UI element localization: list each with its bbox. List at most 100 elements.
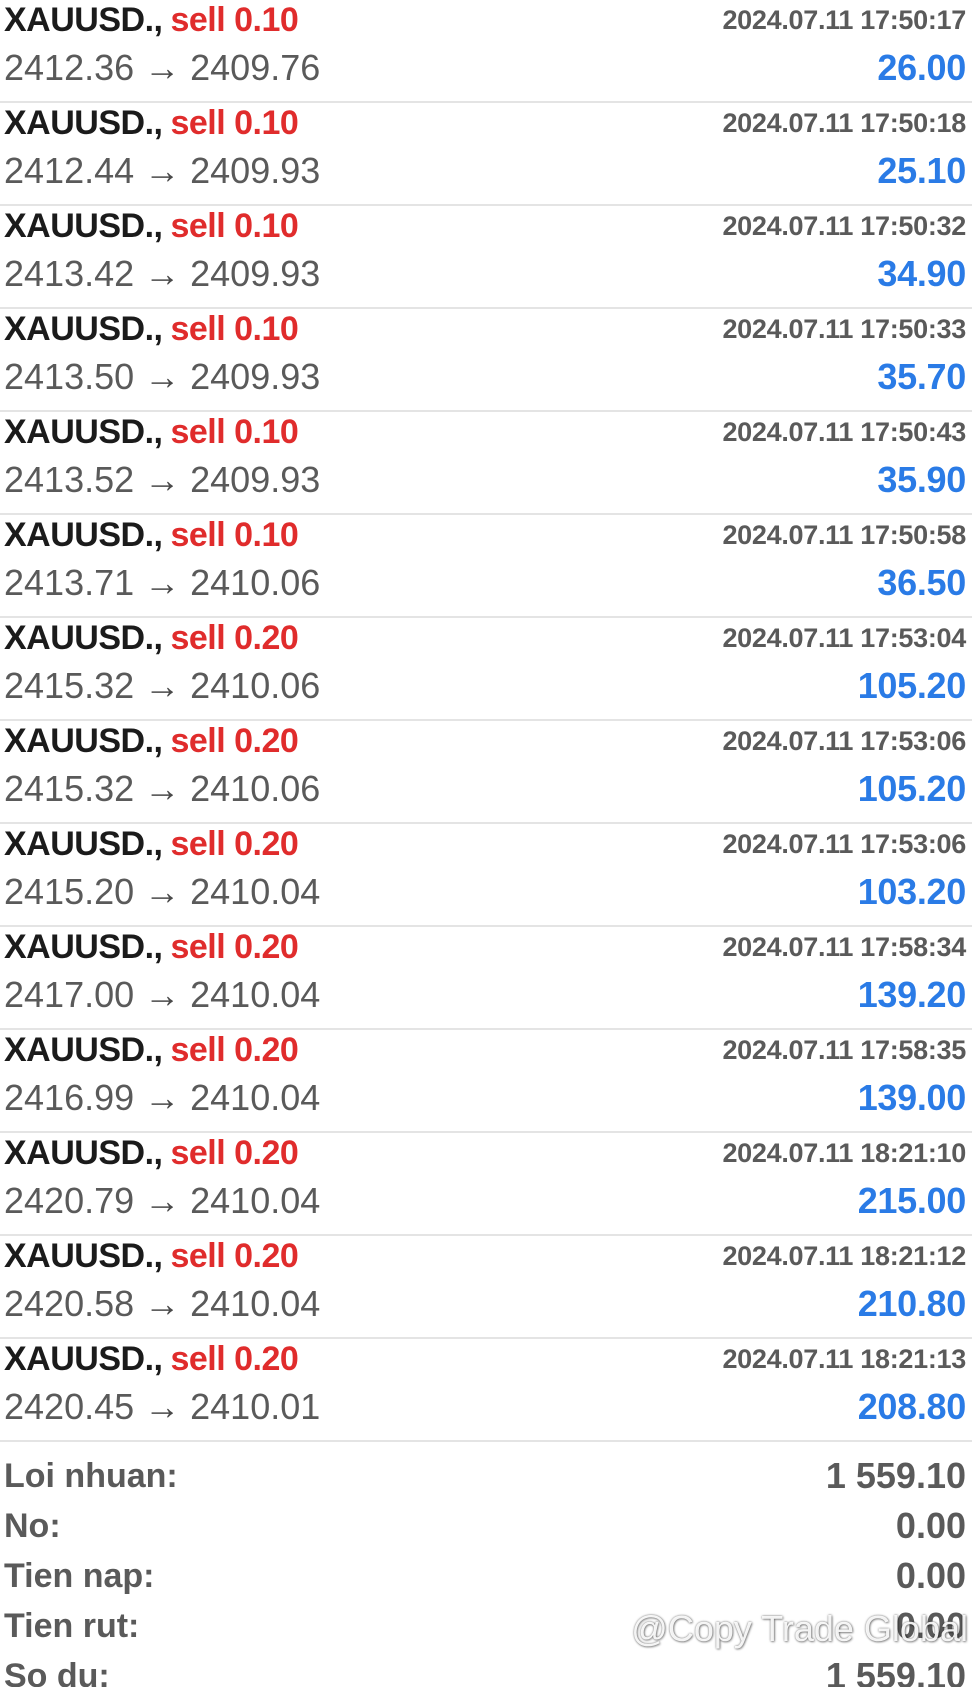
trade-time: 2024.07.11 17:50:17 [722,4,966,35]
close-price: 2409.93 [190,459,321,500]
trade-row-details: 2412.44 → 2409.93 25.10 [4,149,966,193]
summary-value: 1 559.10 [825,1455,966,1496]
trade-title: XAUUSD., sell 0.10 [4,516,299,555]
trade-prices: 2413.50 → 2409.93 [4,356,320,398]
trade-prices: 2420.58 → 2410.04 [4,1283,320,1325]
trade-row-header: XAUUSD., sell 0.10 2024.07.11 17:50:43 [4,412,966,452]
trade-row-details: 2420.58 → 2410.04 210.80 [4,1282,966,1326]
trade-side-volume: sell 0.20 [170,1133,299,1172]
open-price: 2420.45 [4,1386,135,1427]
trade-row-details: 2420.45 → 2410.01 208.80 [4,1385,966,1429]
trade-symbol: XAUUSD., [4,824,163,863]
trade-symbol: XAUUSD., [4,927,163,966]
trade-symbol: XAUUSD., [4,0,163,39]
summary-value: 0.00 [895,1605,966,1646]
trade-row-details: 2413.50 → 2409.93 35.70 [4,355,966,399]
trade-profit: 210.80 [857,1283,967,1324]
summary-deposit-row: Tien nap: 0.00 [0,1551,972,1601]
trade-row[interactable]: XAUUSD., sell 0.20 2024.07.11 18:21:10 24… [0,1133,972,1236]
close-price: 2409.93 [190,253,321,294]
trade-row[interactable]: XAUUSD., sell 0.20 2024.07.11 18:21:13 24… [0,1339,972,1442]
close-price: 2410.04 [190,974,321,1015]
trade-side-volume: sell 0.20 [170,1030,299,1069]
open-price: 2417.00 [4,974,135,1015]
trade-symbol: XAUUSD., [4,721,163,760]
trade-row[interactable]: XAUUSD., sell 0.20 2024.07.11 17:58:35 24… [0,1030,972,1133]
trade-prices: 2413.71 → 2410.06 [4,562,320,604]
trade-time: 2024.07.11 17:50:33 [722,313,966,344]
right-arrow-icon: → [144,1283,181,1324]
trade-title: XAUUSD., sell 0.20 [4,1339,299,1379]
close-price: 2410.06 [190,665,321,706]
trade-row[interactable]: XAUUSD., sell 0.10 2024.07.11 17:50:43 24… [0,412,972,515]
trade-symbol: XAUUSD., [4,309,163,348]
trade-side-volume: sell 0.10 [170,103,299,142]
trade-row-details: 2415.32 → 2410.06 105.20 [4,664,966,708]
trade-row-header: XAUUSD., sell 0.20 2024.07.11 18:21:10 [4,1133,966,1173]
right-arrow-icon: → [144,356,181,397]
close-price: 2410.01 [190,1386,321,1427]
trade-side-volume: sell 0.10 [170,206,299,245]
trade-side-volume: sell 0.20 [170,1339,299,1378]
trade-row[interactable]: XAUUSD., sell 0.10 2024.07.11 17:50:17 24… [0,0,972,103]
trade-row-details: 2413.52 → 2409.93 35.90 [4,458,966,502]
trade-prices: 2420.79 → 2410.04 [4,1180,320,1222]
trade-row-header: XAUUSD., sell 0.20 2024.07.11 18:21:12 [4,1236,966,1276]
summary-withdrawal-row: Tien rut: 0.00 [0,1601,972,1651]
trade-history-list: XAUUSD., sell 0.10 2024.07.11 17:50:17 24… [0,0,972,1442]
trade-title: XAUUSD., sell 0.10 [4,412,299,452]
trade-prices: 2412.36 → 2409.76 [4,47,320,89]
trade-row-header: XAUUSD., sell 0.20 2024.07.11 18:21:13 [4,1339,966,1379]
trade-row[interactable]: XAUUSD., sell 0.20 2024.07.11 17:53:06 24… [0,824,972,927]
trade-row[interactable]: XAUUSD., sell 0.10 2024.07.11 17:50:33 24… [0,309,972,412]
open-price: 2420.79 [4,1180,135,1221]
trade-row[interactable]: XAUUSD., sell 0.10 2024.07.11 17:50:32 24… [0,206,972,309]
trade-profit: 139.00 [857,1077,967,1118]
trade-profit: 139.20 [857,974,967,1015]
trade-time: 2024.07.11 17:53:06 [722,725,966,756]
summary-label: Tien nap: [4,1556,155,1595]
trade-row[interactable]: XAUUSD., sell 0.20 2024.07.11 17:53:04 24… [0,618,972,721]
trade-symbol: XAUUSD., [4,1339,163,1378]
trade-symbol: XAUUSD., [4,206,163,245]
trade-row-header: XAUUSD., sell 0.20 2024.07.11 17:53:06 [4,721,966,761]
trade-time: 2024.07.11 18:21:12 [722,1240,966,1271]
trade-symbol: XAUUSD., [4,1133,163,1172]
trade-time: 2024.07.11 18:21:10 [722,1137,966,1168]
summary-credit-row: No: 0.00 [0,1501,972,1551]
trade-row-header: XAUUSD., sell 0.10 2024.07.11 17:50:58 [4,515,966,555]
trade-row-details: 2412.36 → 2409.76 26.00 [4,46,966,90]
right-arrow-icon: → [144,871,181,912]
trade-row[interactable]: XAUUSD., sell 0.10 2024.07.11 17:50:58 24… [0,515,972,618]
right-arrow-icon: → [144,1077,181,1118]
trade-title: XAUUSD., sell 0.10 [4,309,299,349]
trade-time: 2024.07.11 17:50:58 [722,519,966,550]
account-summary: Loi nhuan: 1 559.10 No: 0.00 Tien nap: 0… [0,1451,972,1687]
trade-row-details: 2420.79 → 2410.04 215.00 [4,1179,966,1223]
trade-prices: 2415.20 → 2410.04 [4,871,320,913]
trade-prices: 2415.32 → 2410.06 [4,768,320,810]
trade-title: XAUUSD., sell 0.20 [4,824,299,864]
open-price: 2413.50 [4,356,135,397]
trade-profit: 105.20 [857,768,967,809]
close-price: 2409.93 [190,356,321,397]
trade-row[interactable]: XAUUSD., sell 0.20 2024.07.11 17:58:34 24… [0,927,972,1030]
open-price: 2415.32 [4,768,135,809]
trade-title: XAUUSD., sell 0.20 [4,1133,299,1173]
trade-row-details: 2415.32 → 2410.06 105.20 [4,767,966,811]
trade-row[interactable]: XAUUSD., sell 0.20 2024.07.11 17:53:06 24… [0,721,972,824]
trade-row-details: 2416.99 → 2410.04 139.00 [4,1076,966,1120]
close-price: 2410.04 [190,871,321,912]
open-price: 2412.36 [4,47,135,88]
trade-row[interactable]: XAUUSD., sell 0.10 2024.07.11 17:50:18 24… [0,103,972,206]
close-price: 2410.04 [190,1077,321,1118]
right-arrow-icon: → [144,1386,181,1427]
trade-title: XAUUSD., sell 0.20 [4,927,299,967]
close-price: 2410.04 [190,1180,321,1221]
trade-profit: 34.90 [877,253,966,294]
open-price: 2412.44 [4,150,135,191]
trade-time: 2024.07.11 17:53:06 [722,828,966,859]
trade-row[interactable]: XAUUSD., sell 0.20 2024.07.11 18:21:12 24… [0,1236,972,1339]
trade-side-volume: sell 0.10 [170,412,299,451]
trade-title: XAUUSD., sell 0.10 [4,0,299,40]
